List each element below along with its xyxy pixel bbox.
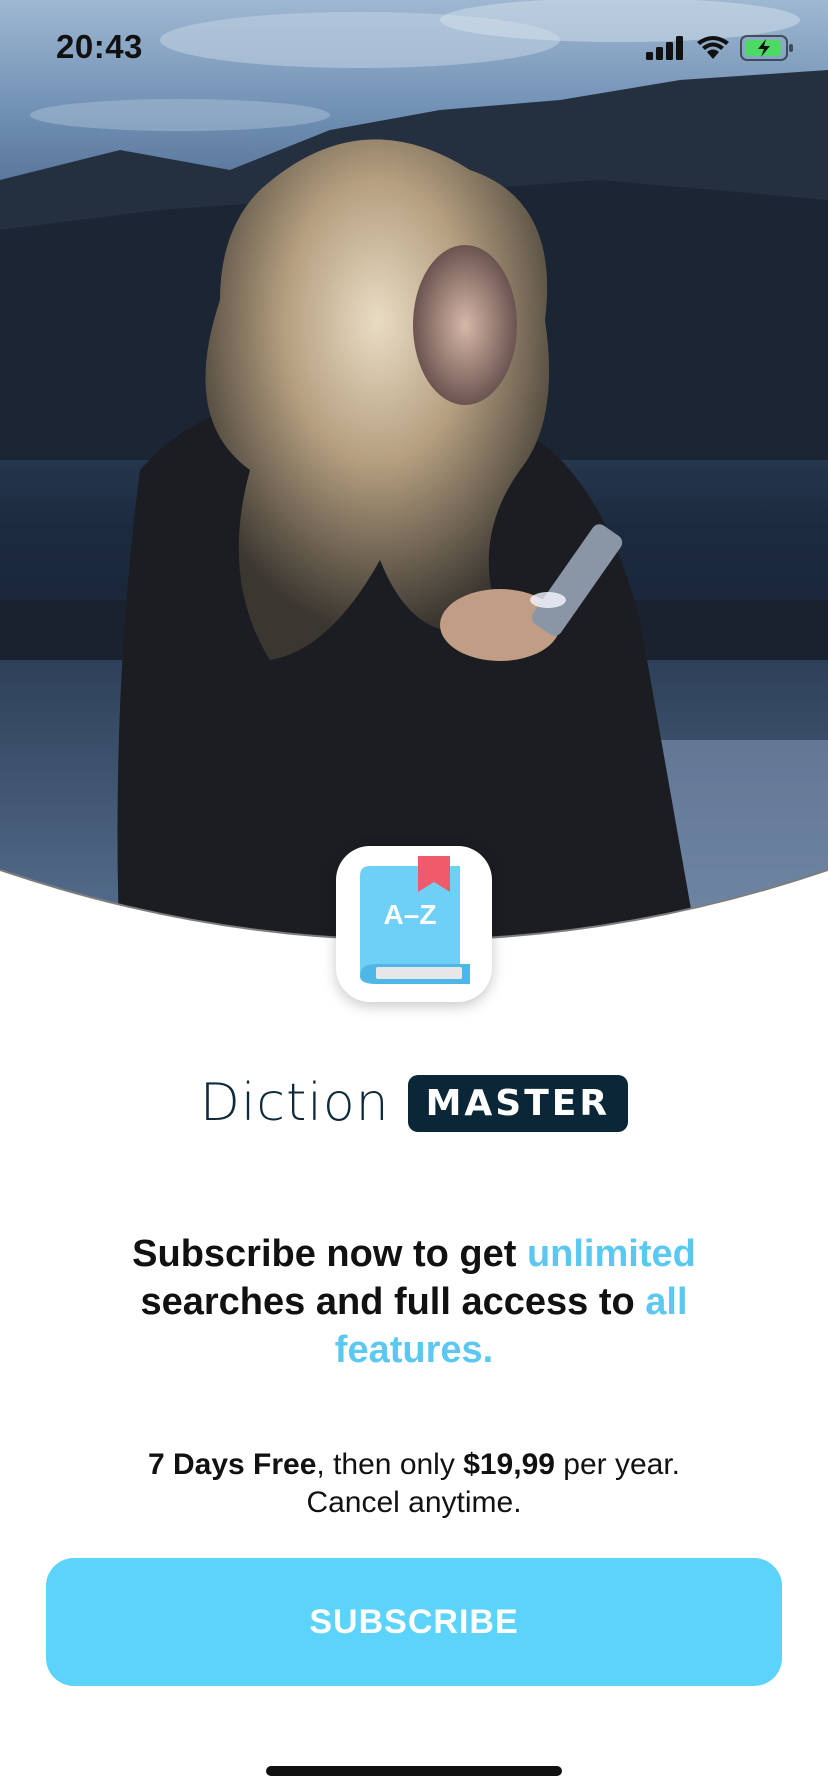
trial-text: 7 Days Free <box>147 1448 317 1481</box>
headline: Subscribe now to get unlimited searches … <box>80 1230 748 1374</box>
battery-charging-icon <box>740 35 793 61</box>
headline-text-2: searches and full access to <box>140 1281 646 1323</box>
brand-logo: Diction MASTER <box>0 1068 828 1138</box>
wifi-icon <box>697 36 729 59</box>
app-icon-label: A–Z <box>384 899 437 930</box>
app-icon: A–Z <box>336 846 492 1002</box>
subscribe-button[interactable]: SUBSCRIBE <box>46 1558 782 1686</box>
pricing-middle: , then only <box>316 1448 464 1481</box>
dictionary-book-icon: A–Z <box>360 856 470 984</box>
pricing-text: 7 Days Free, then only $19,99 per year. … <box>60 1446 768 1522</box>
hero-image <box>0 0 828 960</box>
brand-badge: MASTER <box>407 1074 629 1132</box>
cancel-text: Cancel anytime. <box>306 1486 522 1519</box>
status-time: 20:43 <box>56 28 143 65</box>
pricing-period: per year. <box>554 1448 681 1481</box>
paywall-screen: 20:43 A–Z Diction MASTER Subscribe now t… <box>0 0 828 1792</box>
status-bar: 20:43 <box>0 0 828 100</box>
cellular-signal-icon <box>646 36 683 60</box>
home-indicator[interactable] <box>266 1766 562 1776</box>
headline-text-1: Subscribe now to get <box>132 1233 527 1275</box>
brand-name: Diction <box>199 1073 390 1133</box>
price-text: $19,99 <box>463 1448 555 1481</box>
status-icons <box>646 34 794 62</box>
hero-photo <box>0 0 828 960</box>
headline-accent-unlimited: unlimited <box>526 1233 696 1275</box>
